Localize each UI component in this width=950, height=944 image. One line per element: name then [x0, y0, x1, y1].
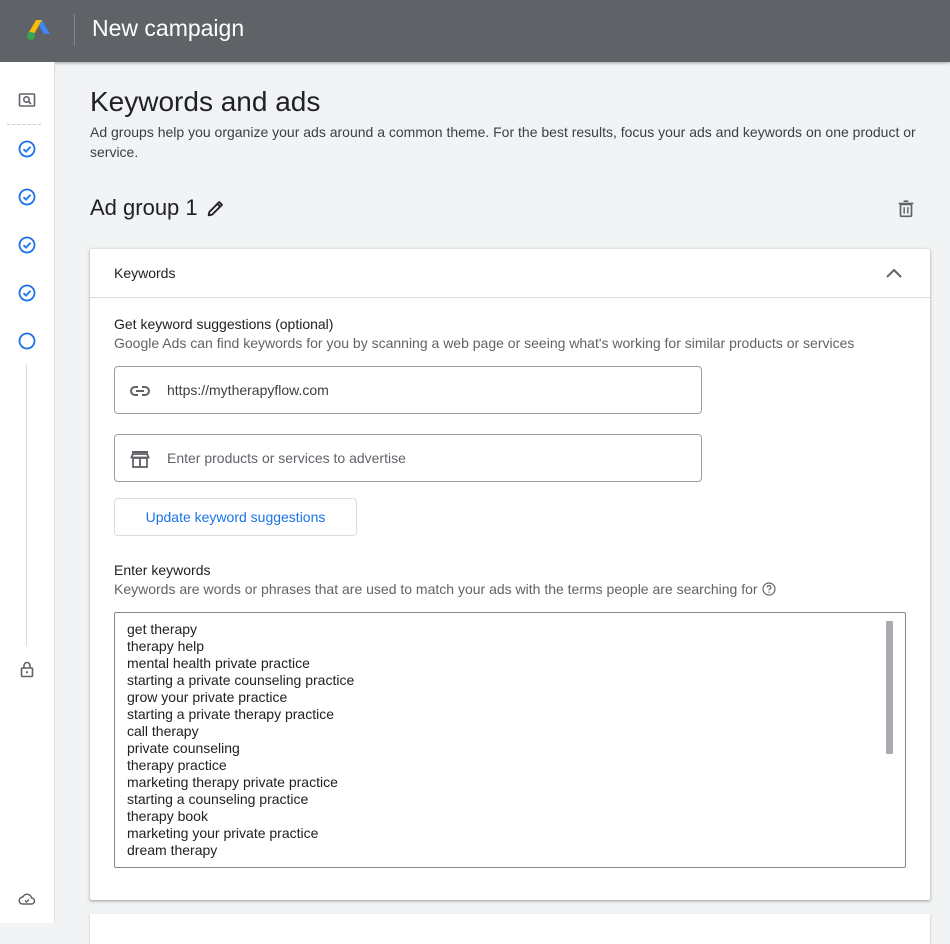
- keywords-textarea[interactable]: get therapy therapy help mental health pri…: [114, 612, 906, 868]
- step-complete-check-icon[interactable]: [16, 282, 38, 304]
- keyword-line: therapy help: [127, 638, 205, 654]
- step-complete-check-icon[interactable]: [16, 138, 38, 160]
- keywords-scrollbar[interactable]: [886, 621, 893, 754]
- keyword-line: marketing your private practice: [127, 825, 319, 841]
- rail-divider: [7, 124, 41, 125]
- website-url-field[interactable]: [114, 366, 702, 414]
- page-title: Keywords and ads: [90, 86, 321, 117]
- link-icon: [130, 386, 150, 396]
- chevron-up-icon[interactable]: [885, 264, 903, 282]
- cloud-sync-icon[interactable]: [16, 888, 38, 910]
- website-url-input[interactable]: [167, 377, 687, 403]
- enter-keywords-help-text: Keywords are words or phrases that are u…: [114, 581, 758, 597]
- keyword-line: grow your private practice: [127, 689, 288, 705]
- keyword-line: starting a private therapy practice: [127, 706, 334, 722]
- keyword-list: get therapy therapy help mental health pri…: [127, 621, 354, 859]
- google-ads-logo-icon[interactable]: [27, 19, 51, 41]
- keyword-line: mental health private practice: [127, 655, 310, 671]
- keyword-line: therapy book: [127, 808, 208, 824]
- store-icon: [130, 451, 150, 468]
- page-header-title: New campaign: [92, 15, 245, 41]
- pencil-icon[interactable]: [205, 197, 227, 219]
- top-app-bar: New campaign: [0, 0, 950, 62]
- keyword-line: starting a counseling practice: [127, 791, 309, 807]
- keyword-line: call therapy: [127, 723, 199, 739]
- keyword-line: starting a private counseling practice: [127, 672, 355, 688]
- page-description: Ad groups help you organize your ads aro…: [90, 124, 916, 160]
- step-current-circle-icon[interactable]: [16, 330, 38, 352]
- trash-icon[interactable]: [895, 198, 917, 220]
- update-keyword-suggestions-button[interactable]: Update keyword suggestions: [114, 498, 357, 536]
- enter-keywords-label: Enter keywords: [114, 562, 211, 578]
- keyword-suggestions-help: Google Ads can find keywords for you by …: [114, 335, 855, 351]
- keyword-suggestions-label: Get keyword suggestions (optional): [114, 316, 334, 332]
- products-services-field[interactable]: [114, 434, 702, 482]
- keywords-card-title: Keywords: [114, 265, 176, 281]
- search-campaign-icon[interactable]: [16, 89, 38, 111]
- keyword-line: therapy practice: [127, 757, 227, 773]
- step-complete-check-icon[interactable]: [16, 234, 38, 256]
- step-rail: [0, 62, 55, 923]
- enter-keywords-help: Keywords are words or phrases that are u…: [114, 581, 776, 597]
- products-services-input[interactable]: [167, 445, 687, 471]
- keywords-card-header[interactable]: Keywords: [90, 249, 930, 298]
- keywords-card: Keywords Get keyword suggestions (option…: [90, 249, 930, 900]
- keyword-line: private counseling: [127, 740, 240, 756]
- ad-group-name: Ad group 1: [90, 195, 198, 220]
- ads-card: [90, 914, 930, 944]
- header-divider: [74, 14, 75, 46]
- rail-connector-line: [26, 364, 27, 646]
- keyword-line: marketing therapy private practice: [127, 774, 338, 790]
- keyword-line: get therapy: [127, 621, 198, 637]
- keyword-line: dream therapy: [127, 842, 218, 858]
- step-complete-check-icon[interactable]: [16, 186, 38, 208]
- lock-icon: [16, 658, 38, 680]
- help-circle-icon[interactable]: [761, 582, 776, 596]
